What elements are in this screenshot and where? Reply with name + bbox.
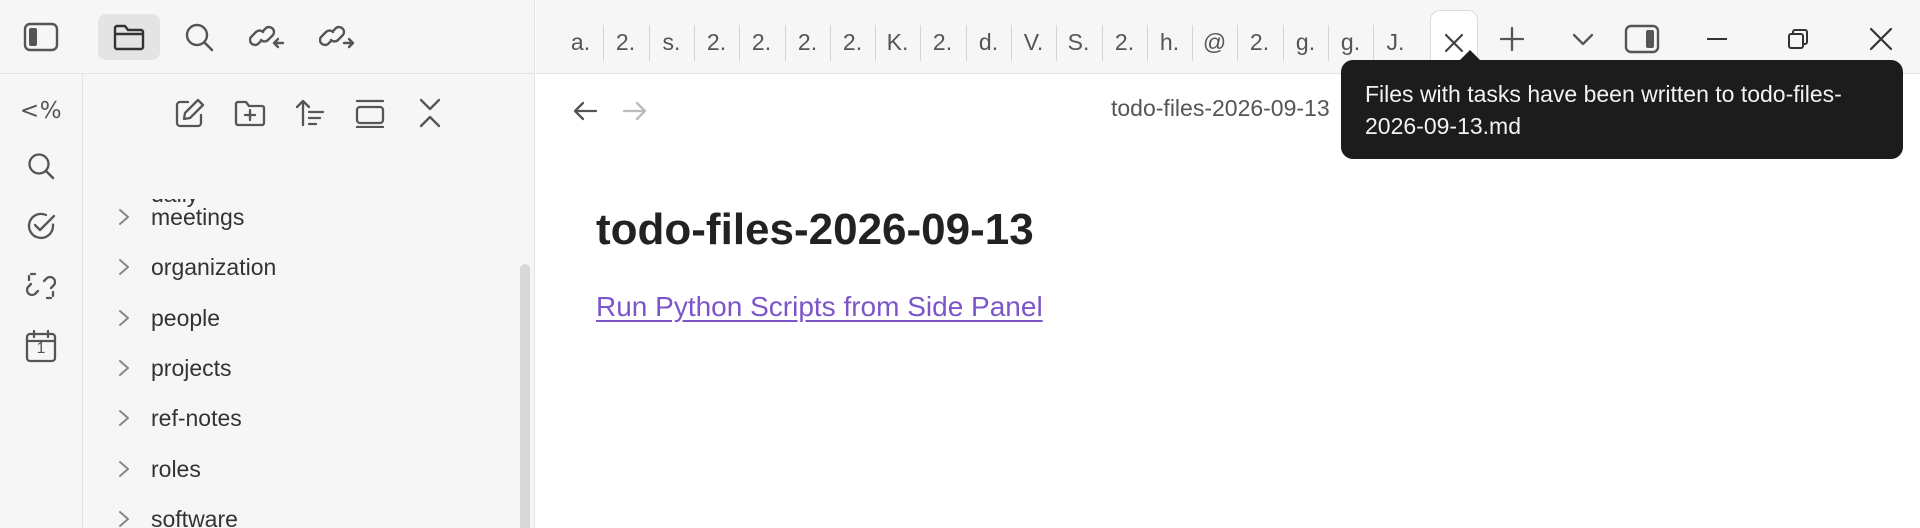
file-explorer: daily meetings organization people proje…	[83, 74, 535, 528]
tree-folder-label: software	[151, 506, 238, 528]
minimize-button[interactable]	[1692, 16, 1742, 62]
tab[interactable]: 2.	[1102, 22, 1147, 62]
sort-button[interactable]	[285, 90, 335, 136]
tree-folder[interactable]: meetings	[83, 192, 503, 242]
tab[interactable]: a.	[558, 22, 603, 62]
tab[interactable]: 2.	[920, 22, 965, 62]
auto-reveal-button[interactable]	[345, 90, 395, 136]
arrow-left-icon	[572, 100, 598, 122]
new-note-button[interactable]	[165, 90, 215, 136]
tab[interactable]: g.	[1328, 22, 1373, 62]
plus-icon	[1499, 26, 1525, 52]
templater-button[interactable]: <%	[11, 86, 71, 136]
unlinked-button[interactable]	[11, 261, 71, 311]
navigate-forward-button[interactable]	[614, 90, 656, 132]
tab[interactable]: K.	[875, 22, 920, 62]
new-folder-icon	[233, 98, 267, 128]
tree-folder[interactable]: roles	[83, 444, 503, 494]
broken-link-icon	[25, 270, 57, 302]
daily-note-button[interactable]: 1	[11, 321, 71, 371]
link-outgoing-icon	[319, 21, 355, 53]
tree-folder[interactable]: projects	[83, 343, 503, 393]
new-note-icon	[174, 97, 206, 129]
right-sidebar-icon	[1624, 24, 1660, 54]
tab[interactable]: 2.	[603, 22, 648, 62]
right-sidebar-toggle-button[interactable]	[1617, 16, 1667, 62]
notice-tooltip: Files with tasks have been written to to…	[1341, 50, 1903, 159]
search-tab-button[interactable]	[168, 14, 230, 60]
tree-folder-label: roles	[151, 456, 201, 482]
chevron-right-icon	[116, 207, 132, 227]
link-incoming-icon	[249, 21, 285, 53]
calendar-day-label: 1	[36, 340, 46, 357]
new-tab-button[interactable]	[1487, 16, 1537, 62]
tab[interactable]: 2.	[1237, 22, 1282, 62]
ribbon-search-button[interactable]	[11, 141, 71, 191]
tree-folder-label: people	[151, 305, 221, 331]
new-folder-button[interactable]	[225, 90, 275, 136]
tasks-button[interactable]	[11, 201, 71, 251]
folder-icon	[112, 22, 146, 52]
tab[interactable]: @	[1192, 22, 1237, 62]
collapse-all-button[interactable]	[405, 90, 455, 136]
note-title: todo-files-2026-09-13	[596, 205, 1034, 254]
tab[interactable]: d.	[966, 22, 1011, 62]
close-window-button[interactable]	[1856, 16, 1906, 62]
chevron-right-icon	[116, 257, 132, 277]
calendar-icon: 1	[25, 329, 57, 363]
explorer-toolbar	[83, 74, 534, 154]
backlinks-tab-button[interactable]	[236, 14, 298, 60]
sort-icon	[294, 98, 326, 128]
chevron-right-icon	[116, 459, 132, 479]
tree-folder-label: meetings	[151, 204, 245, 230]
code-text-icon: <%	[19, 98, 63, 124]
restore-icon	[1787, 28, 1809, 50]
close-window-icon	[1869, 27, 1893, 51]
collapse-all-icon	[416, 97, 444, 129]
tree-folder[interactable]: organization	[83, 242, 503, 292]
tab[interactable]: J.	[1373, 22, 1418, 62]
check-circle-icon	[25, 210, 57, 242]
ribbon: <% 1	[0, 74, 83, 528]
explorer-scrollbar[interactable]	[520, 264, 530, 528]
tree-folder[interactable]: software	[83, 494, 503, 528]
arrow-right-icon	[622, 100, 648, 122]
chevron-right-icon	[116, 509, 132, 528]
chevron-right-icon	[116, 408, 132, 428]
chevron-down-icon	[1571, 31, 1595, 47]
tree-folder-label: ref-notes	[151, 405, 242, 431]
sidebar-toggle-icon	[23, 22, 59, 52]
file-explorer-tab-button[interactable]	[98, 14, 160, 60]
tab[interactable]: 2.	[830, 22, 875, 62]
tab[interactable]: g.	[1283, 22, 1328, 62]
internal-link[interactable]: Run Python Scripts from Side Panel	[596, 291, 1043, 323]
tab[interactable]: 2.	[694, 22, 739, 62]
tooltip-line-2: 2026-09-13.md	[1365, 113, 1521, 139]
tree-folder[interactable]: ref-notes	[83, 393, 503, 443]
tab-list-button[interactable]	[1558, 16, 1608, 62]
chevron-right-icon	[116, 308, 132, 328]
minimize-icon	[1706, 37, 1728, 41]
tab[interactable]: 2.	[739, 22, 784, 62]
tab[interactable]: h.	[1147, 22, 1192, 62]
tab[interactable]: 2.	[785, 22, 830, 62]
tree-folder-label: organization	[151, 254, 277, 280]
sidebar-toggle-button[interactable]	[10, 14, 72, 60]
search-icon	[183, 21, 215, 53]
tab[interactable]: s.	[649, 22, 694, 62]
outgoing-links-tab-button[interactable]	[306, 14, 368, 60]
chevron-right-icon	[116, 358, 132, 378]
search-icon	[26, 151, 56, 181]
left-header-bar	[0, 0, 535, 74]
collapse-view-icon	[354, 98, 386, 128]
tab[interactable]: S.	[1056, 22, 1101, 62]
tree-folder[interactable]: people	[83, 293, 503, 343]
tooltip-line-1: Files with tasks have been written to to…	[1365, 81, 1842, 107]
tab[interactable]: V.	[1011, 22, 1056, 62]
restore-button[interactable]	[1773, 16, 1823, 62]
tree-folder-label: projects	[151, 355, 232, 381]
navigate-back-button[interactable]	[564, 90, 606, 132]
view-header-title[interactable]: todo-files-2026-09-13	[1111, 95, 1330, 122]
